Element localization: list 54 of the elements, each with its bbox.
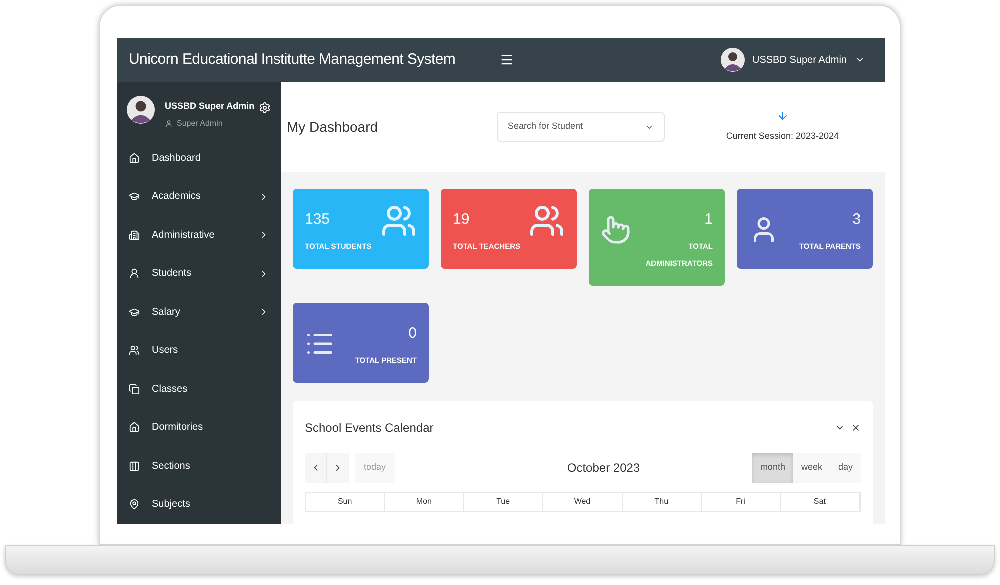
sidebar-item[interactable]: Administrative <box>117 216 281 254</box>
columns-icon <box>129 460 140 472</box>
building-icon <box>129 230 140 241</box>
settings-icon[interactable] <box>259 102 271 114</box>
stat-value: 0 <box>408 324 417 344</box>
session-label: Current Session: 2023-2024 <box>726 130 839 144</box>
day-header: Sun <box>306 493 386 511</box>
day-header: Thu <box>622 493 702 511</box>
graduation-cap-icon <box>129 191 140 202</box>
search-field[interactable]: Search for Student <box>497 112 665 142</box>
documents-icon <box>129 384 140 395</box>
home-icon <box>129 152 140 164</box>
sidebar-item[interactable]: Subjects <box>117 486 281 524</box>
day-header: Wed <box>543 493 623 511</box>
user-name[interactable]: USSBD Super Admin <box>752 52 847 68</box>
day-header: Fri <box>702 493 781 511</box>
profile-role: Super Admin <box>177 118 223 130</box>
sidebar-item[interactable]: Academics <box>117 178 281 216</box>
stat-value: 1 <box>704 210 713 230</box>
pointing-hand-icon <box>601 215 631 245</box>
day-header: Tue <box>464 493 544 511</box>
person-icon <box>129 268 140 280</box>
day-header: Mon <box>385 493 464 511</box>
calendar-month: October 2023 <box>566 460 640 477</box>
stat-value: 135 <box>305 210 332 230</box>
avatar <box>720 48 744 72</box>
stat-value: 19 <box>453 210 471 230</box>
arrow-down-icon <box>776 110 789 122</box>
users-icon <box>529 203 565 239</box>
stat-value: 3 <box>852 210 861 230</box>
menu-icon[interactable] <box>500 53 514 67</box>
panel-title: School Events Calendar <box>305 420 434 437</box>
close-icon[interactable] <box>851 423 861 433</box>
sidebar-item[interactable]: Users <box>117 332 281 370</box>
house-icon <box>129 422 140 434</box>
sidebar-item[interactable]: Students <box>117 254 281 293</box>
sidebar-item[interactable]: Dashboard <box>117 139 281 178</box>
sidebar-item[interactable]: Sections <box>117 447 281 486</box>
avatar <box>127 96 155 124</box>
graduation-cap-icon <box>129 306 140 318</box>
person-icon <box>165 120 173 128</box>
app-title: Unicorn Educational Institutte Management System <box>129 50 456 70</box>
view-tab[interactable]: day <box>830 453 861 483</box>
view-tab[interactable]: week <box>793 453 830 483</box>
profile-name: USSBD Super Admin <box>165 100 255 113</box>
view-tab[interactable]: month <box>752 453 794 483</box>
day-header: Sat <box>780 493 860 511</box>
users-icon <box>129 345 140 356</box>
page-title: My Dashboard <box>287 118 380 137</box>
map-pin-icon <box>129 499 140 510</box>
sidebar-item[interactable]: Dormitories <box>117 408 281 447</box>
sidebar-item[interactable]: Salary <box>117 293 281 332</box>
sidebar-item[interactable]: Classes <box>117 370 281 408</box>
users-icon <box>381 203 417 239</box>
